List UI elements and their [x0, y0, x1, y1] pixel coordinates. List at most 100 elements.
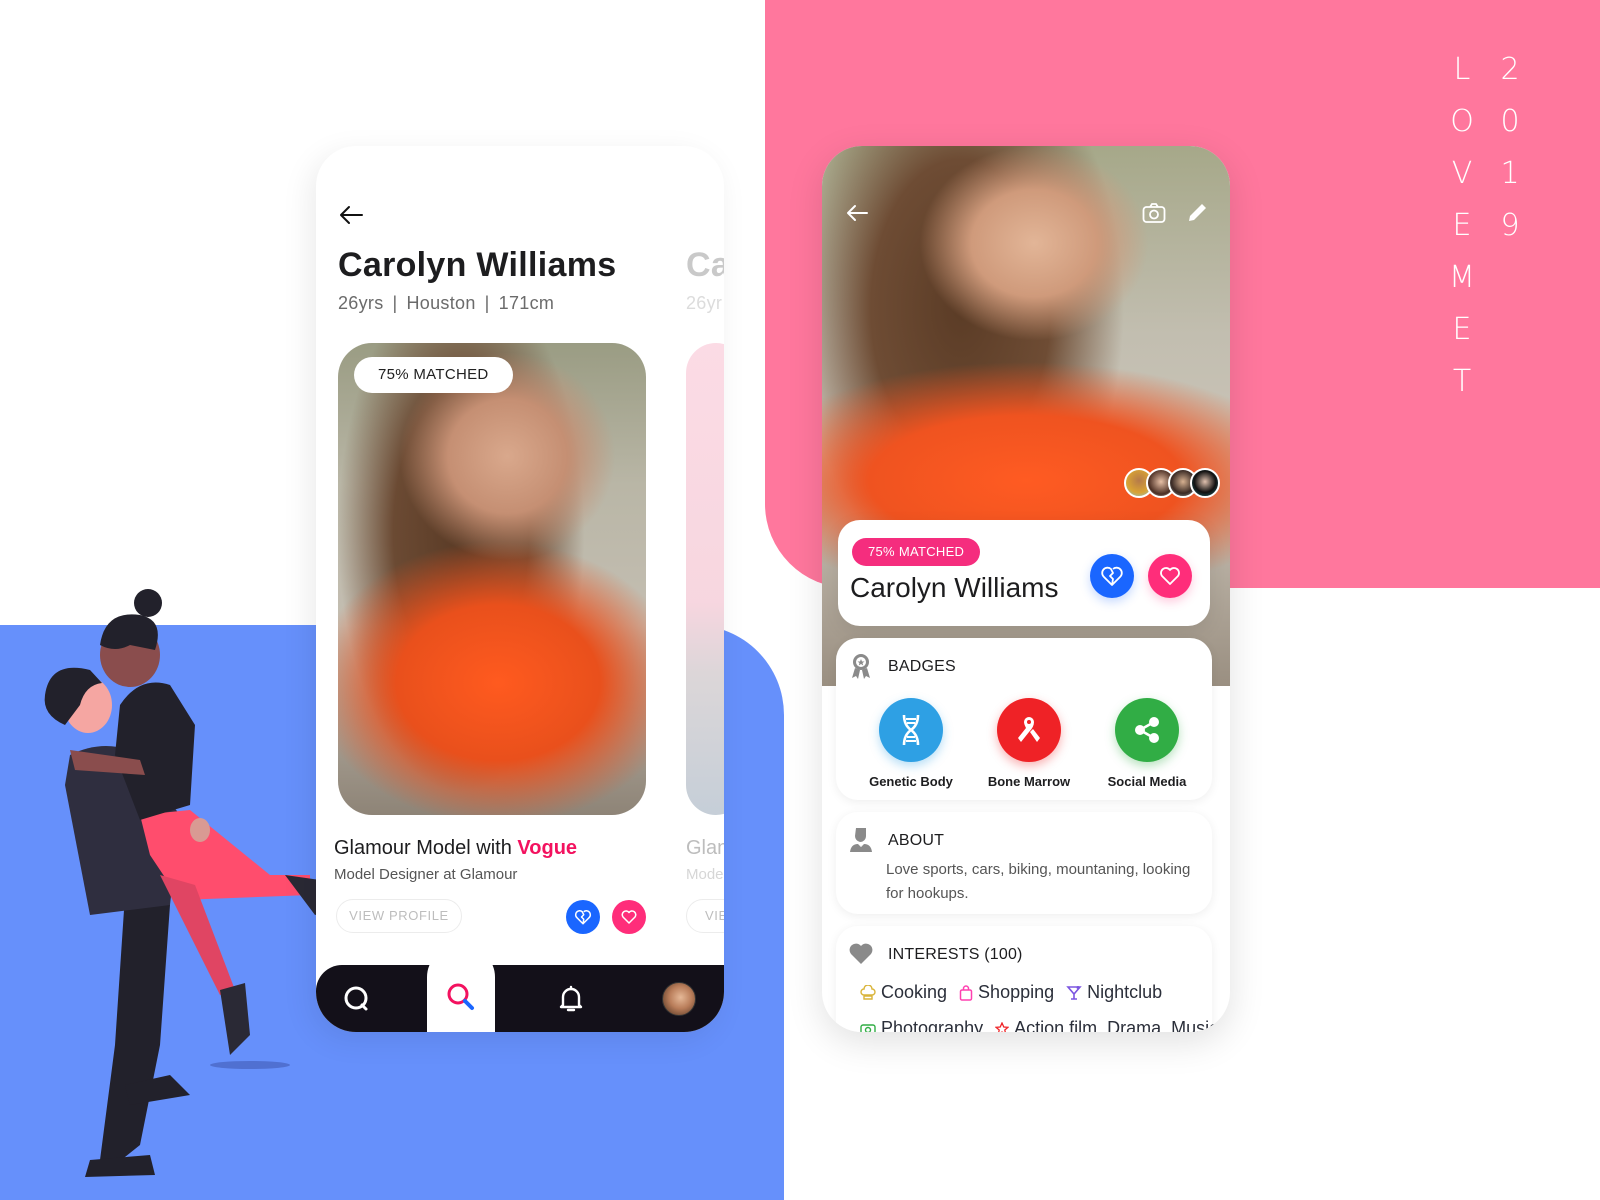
- chat-bubble-icon: [344, 986, 368, 1010]
- profile-name: Carolyn Williams: [338, 246, 617, 284]
- match-percentage-pill: 75% MATCHED: [354, 357, 513, 393]
- interest-chip[interactable]: Action film, Drama, Music: [995, 1018, 1218, 1032]
- brand-letter: M: [1449, 260, 1475, 295]
- brand-letter: T: [1452, 364, 1472, 399]
- person-icon: [850, 828, 872, 852]
- ribbon-icon: [1018, 717, 1040, 742]
- award-ribbon-icon: [852, 654, 870, 679]
- heart-icon: [621, 910, 637, 924]
- brand-letter: E: [1452, 312, 1472, 347]
- view-profile-button[interactable]: VIEW PROFILE: [336, 899, 462, 933]
- brand-title-vertical: L O V E M E T: [1448, 52, 1476, 416]
- heart-icon: [849, 943, 873, 964]
- arrow-left-icon[interactable]: [844, 200, 870, 226]
- dislike-button[interactable]: [1090, 554, 1134, 598]
- avatar-icon: [662, 981, 696, 1016]
- brand-letter: O: [1450, 104, 1474, 139]
- profile-age: 26yrs: [338, 293, 384, 313]
- badge-label: Genetic Body: [869, 774, 953, 789]
- interest-label: Shopping: [978, 982, 1055, 1002]
- about-section: ABOUT Love sports, cars, biking, mountan…: [836, 812, 1212, 914]
- interest-label: Cooking: [881, 982, 948, 1002]
- badge-label: Social Media: [1107, 774, 1187, 789]
- profile-job-title: Glamour Model with Vogue: [334, 837, 577, 860]
- brand-letter: E: [1452, 208, 1472, 243]
- interests-list-partial: Photography Action film, Drama, Music: [860, 1018, 1218, 1032]
- brand-letter: V: [1451, 156, 1473, 191]
- badge-circle[interactable]: [879, 698, 943, 762]
- job-brand: Vogue: [517, 837, 578, 859]
- broken-heart-icon: [1101, 566, 1123, 586]
- profile-city: Houston: [406, 293, 476, 313]
- profile-meta: 26yrs | Houston | 171cm: [338, 293, 554, 314]
- badge-label: Bone Marrow: [987, 774, 1071, 789]
- year-digit: 0: [1500, 104, 1520, 139]
- like-button[interactable]: [612, 900, 646, 934]
- profile-photo-card[interactable]: 75% MATCHED: [338, 343, 646, 815]
- interest-chip[interactable]: Shopping: [959, 982, 1054, 1003]
- interest-label: Nightclub: [1087, 982, 1163, 1002]
- interest-chip[interactable]: Cooking: [860, 982, 947, 1003]
- discover-screen: Carolyn Williams 26yrs | Houston | 171cm Ca …: [316, 146, 724, 1032]
- interests-title: INTERESTS (100): [888, 946, 1023, 963]
- profile-detail-screen: 75% MATCHED Carolyn Williams BADGES Gene…: [822, 146, 1230, 1032]
- interests-section: INTERESTS (100) Cooking Shopping Nightcl…: [836, 926, 1218, 1032]
- badge-genetic-body[interactable]: Genetic Body: [856, 698, 966, 789]
- year-digit: 1: [1500, 156, 1520, 191]
- chef-hat-icon: [860, 984, 876, 1000]
- year-digit: 9: [1500, 208, 1520, 243]
- badge-circle[interactable]: [1115, 698, 1179, 762]
- cocktail-icon: [1066, 985, 1082, 1000]
- shopping-bag-icon: [959, 984, 973, 1001]
- broken-heart-icon: [574, 910, 592, 925]
- next-profile-name: Ca: [686, 246, 724, 284]
- interest-label: Action film, Drama, Music: [1014, 1018, 1219, 1032]
- next-profile-meta: 26yr: [686, 293, 723, 313]
- badge-circle[interactable]: [997, 698, 1061, 762]
- like-button[interactable]: [1148, 554, 1192, 598]
- interest-chip[interactable]: Nightclub: [1066, 982, 1162, 1003]
- tab-profile[interactable]: [649, 965, 709, 1032]
- next-view-profile-button[interactable]: VIE: [686, 899, 724, 933]
- share-icon: [1135, 717, 1159, 743]
- meta-separator: |: [392, 293, 398, 313]
- next-profile-job: Glan: [686, 837, 724, 859]
- camera-icon: [860, 1023, 876, 1032]
- year-digit: 2: [1500, 52, 1520, 87]
- tab-search[interactable]: [427, 947, 495, 1032]
- badges-title: BADGES: [888, 658, 956, 675]
- interest-label: Photography: [881, 1018, 984, 1032]
- badges-section: BADGES Genetic Body Bone Marrow Social M…: [836, 638, 1212, 800]
- about-text: Love sports, cars, biking, mountaning, l…: [886, 861, 1191, 902]
- camera-icon[interactable]: [1142, 202, 1166, 224]
- brand-letter: L: [1453, 52, 1471, 87]
- next-profile-photo-card[interactable]: [686, 343, 724, 815]
- avatar: [1190, 468, 1220, 498]
- meta-separator: |: [484, 293, 490, 313]
- interest-chip[interactable]: Photography: [860, 1018, 983, 1032]
- star-icon: [995, 1021, 1010, 1032]
- search-icon: [447, 983, 474, 1010]
- interests-list: Cooking Shopping Nightclub: [860, 982, 1162, 1003]
- about-title: ABOUT: [888, 832, 945, 849]
- job-prefix: Glamour Model with: [334, 837, 518, 859]
- mutual-friends-avatars[interactable]: [1124, 468, 1220, 498]
- bottom-tab-bar: [316, 947, 724, 1032]
- profile-height: 171cm: [498, 293, 555, 313]
- dna-icon: [902, 714, 920, 746]
- badge-social-media[interactable]: Social Media: [1092, 698, 1202, 789]
- match-percentage-badge: 75% MATCHED: [852, 538, 981, 566]
- brand-year-vertical: 2 0 1 9: [1496, 52, 1524, 260]
- next-profile-subtitle: Mode: [686, 866, 724, 883]
- couple-illustration: [44, 589, 335, 1177]
- arrow-left-icon[interactable]: [336, 200, 366, 230]
- badge-bone-marrow[interactable]: Bone Marrow: [974, 698, 1084, 789]
- profile-subtitle: Model Designer at Glamour: [334, 866, 518, 883]
- profile-name-card: 75% MATCHED Carolyn Williams: [838, 520, 1210, 626]
- heart-icon: [1160, 567, 1180, 585]
- pencil-icon[interactable]: [1186, 202, 1208, 224]
- profile-name: Carolyn Williams: [850, 572, 1059, 603]
- tab-notifications[interactable]: [541, 965, 601, 1032]
- tab-chat[interactable]: [326, 965, 386, 1032]
- dislike-button[interactable]: [566, 900, 600, 934]
